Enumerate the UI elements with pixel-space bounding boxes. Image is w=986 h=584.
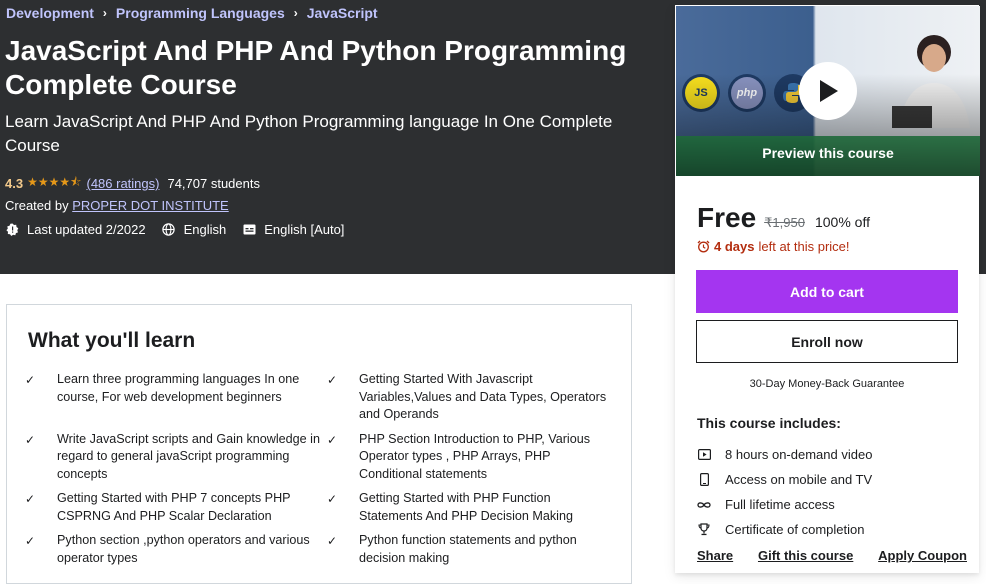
includes-item: Access on mobile and TV [697, 467, 872, 492]
captions-text: English [Auto] [264, 222, 345, 237]
preview-label[interactable]: Preview this course [676, 145, 980, 161]
money-back-guarantee: 30-Day Money-Back Guarantee [749, 378, 905, 390]
breadcrumb-programming-languages[interactable]: Programming Languages [116, 5, 285, 21]
learn-item-text: Write JavaScript scripts and Gain knowle… [57, 431, 320, 481]
what-youll-learn-box: What you'll learn ✓ Learn three programmi… [6, 304, 632, 584]
learn-item-text: Python function statements and python de… [359, 533, 577, 565]
course-meta: Last updated 2/2022 English English [Aut… [5, 222, 360, 237]
check-icon: ✓ [25, 432, 36, 447]
learn-item: ✓ Write JavaScript scripts and Gain knowl… [25, 431, 327, 484]
course-preview-video[interactable]: JS php Preview this course [676, 6, 980, 176]
current-price: Free [697, 202, 757, 233]
infinity-icon [697, 498, 711, 512]
chevron-right-icon: › [293, 6, 298, 20]
learn-item-text: Getting Started With Javascript Variable… [359, 372, 607, 421]
learn-item-text: Learn three programming languages In one… [57, 372, 300, 404]
breadcrumb-development[interactable]: Development [6, 5, 94, 21]
price-timer: 4 days left at this price! [697, 239, 850, 254]
learn-item: ✓ Getting Started with PHP 7 concepts PHP… [25, 490, 327, 525]
learn-item: ✓ PHP Section Introduction to PHP, Variou… [327, 431, 615, 484]
check-icon: ✓ [25, 492, 36, 506]
check-icon: ✓ [327, 492, 338, 506]
learn-item: ✓ Python function statements and python d… [327, 532, 615, 567]
breadcrumb: Development › Programming Languages › Ja… [6, 5, 378, 21]
includes-item-text: 8 hours on-demand video [725, 447, 873, 462]
discount-percent: 100% off [814, 214, 870, 230]
star-rating-icon: ★★★★⯪ [27, 175, 82, 189]
check-icon: ✓ [327, 373, 338, 387]
video-icon [697, 448, 711, 462]
learn-item: ✓ Python section ,python operators and va… [25, 532, 327, 567]
includes-item-text: Full lifetime access [725, 497, 835, 512]
closed-captions-icon [242, 223, 256, 237]
learn-title: What you'll learn [28, 329, 196, 352]
course-title: JavaScript And PHP And Python Programmin… [5, 35, 627, 100]
learn-item-text: Getting Started with PHP 7 concepts PHP … [57, 491, 291, 523]
course-captions: English [Auto] [242, 222, 344, 237]
learn-item: ✓ Getting Started With Javascript Variabl… [327, 371, 615, 424]
includes-title: This course includes: [697, 415, 841, 431]
learn-item-text: PHP Section Introduction to PHP, Various… [359, 431, 591, 481]
gift-course-link[interactable]: Gift this course [758, 548, 853, 563]
includes-item: Full lifetime access [697, 492, 872, 517]
includes-item-text: Access on mobile and TV [725, 472, 873, 487]
trophy-icon [697, 523, 711, 537]
course-subtitle: Learn JavaScript And PHP And Python Prog… [5, 112, 613, 155]
alert-badge-icon [5, 223, 19, 237]
instructor-link[interactable]: PROPER DOT INSTITUTE [72, 198, 229, 213]
created-by: Created by PROPER DOT INSTITUTE [5, 198, 229, 213]
includes-item: Certificate of completion [697, 517, 872, 542]
check-icon: ✓ [25, 534, 36, 548]
includes-item: 8 hours on-demand video [697, 442, 872, 467]
includes-item-text: Certificate of completion [725, 522, 865, 537]
timer-days: 4 days [714, 239, 755, 254]
add-to-cart-button[interactable]: Add to cart [696, 270, 958, 313]
purchase-sidebar: JS php Preview this course Free ₹1,950 1… [675, 5, 980, 573]
includes-list: 8 hours on-demand video Access on mobile… [697, 442, 872, 542]
check-icon: ✓ [25, 373, 36, 387]
learn-item-text: Python section ,python operators and var… [57, 533, 310, 565]
learn-item: ✓ Getting Started with PHP Function State… [327, 490, 615, 525]
sidebar-links: Share Gift this course Apply Coupon [697, 548, 967, 563]
course-language: English [162, 222, 227, 237]
original-price: ₹1,950 [764, 215, 805, 230]
alarm-clock-icon [697, 240, 710, 253]
enroll-now-button[interactable]: Enroll now [696, 320, 958, 363]
learn-item: ✓ Learn three programming languages In on… [25, 371, 327, 424]
ratings-count-link[interactable]: (486 ratings) [86, 176, 159, 191]
globe-icon [162, 223, 176, 237]
students-count: 74,707 students [167, 176, 260, 191]
price-row: Free ₹1,950 100% off [697, 202, 870, 234]
rating-row: 4.3 ★★★★⯪ (486 ratings) 74,707 students [5, 173, 260, 194]
chevron-right-icon: › [102, 6, 107, 20]
check-icon: ✓ [327, 432, 338, 447]
rating-value: 4.3 [5, 176, 24, 191]
last-updated: Last updated 2/2022 [5, 222, 146, 237]
learn-list: ✓ Learn three programming languages In on… [25, 371, 615, 574]
check-icon: ✓ [327, 534, 338, 548]
last-updated-text: Last updated 2/2022 [27, 222, 146, 237]
learn-item-text: Getting Started with PHP Function Statem… [359, 491, 573, 523]
timer-text: left at this price! [758, 239, 850, 254]
play-icon[interactable] [799, 62, 857, 120]
apply-coupon-link[interactable]: Apply Coupon [878, 548, 967, 563]
created-by-label: Created by [5, 198, 69, 213]
share-link[interactable]: Share [697, 548, 733, 563]
language-text: English [183, 222, 227, 237]
mobile-icon [697, 473, 711, 487]
breadcrumb-javascript[interactable]: JavaScript [307, 5, 378, 21]
